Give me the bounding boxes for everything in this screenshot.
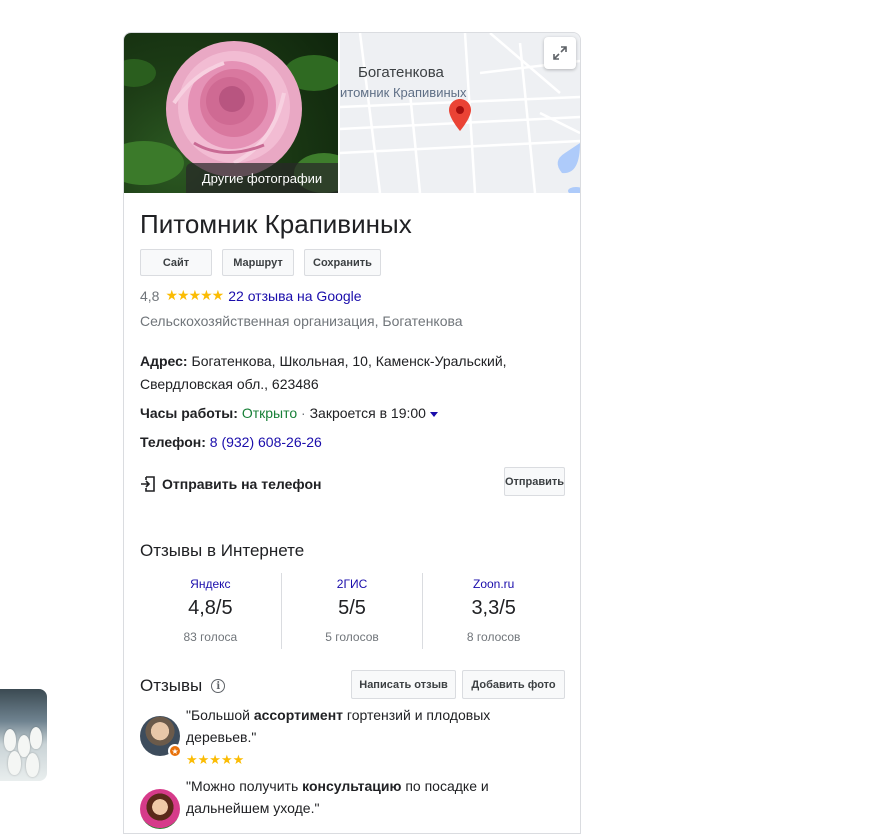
- website-button[interactable]: Сайт: [140, 249, 212, 276]
- write-review-button[interactable]: Написать отзыв: [351, 670, 456, 699]
- side-photo-thumbnail[interactable]: [0, 689, 47, 781]
- hours-dropdown[interactable]: Закроется в 19:00: [310, 405, 438, 421]
- place-title: Питомник Крапивиных: [140, 209, 412, 239]
- send-to-phone-row[interactable]: Отправить на телефон: [140, 476, 321, 492]
- local-guide-badge-icon: ★: [168, 744, 182, 758]
- hours-separator: ·: [301, 405, 306, 421]
- phone-block: Телефон: 8 (932) 608-26-26: [140, 431, 322, 454]
- send-button[interactable]: Отправить: [504, 467, 565, 496]
- address-line1: Богатенкова, Школьная, 10, Каменск-Ураль…: [191, 353, 507, 369]
- rating-value: 4,8: [140, 287, 160, 304]
- review-site-yandex[interactable]: Яндекс 4,8/5 83 голоса: [140, 573, 281, 649]
- review-text-part: "Большой: [186, 707, 254, 723]
- review-keyword: консультацию: [302, 778, 402, 794]
- map-poi-label: итомник Крапивиных: [340, 85, 467, 100]
- address-block: Адрес: Богатенкова, Школьная, 10, Каменс…: [140, 350, 560, 396]
- review-site-2gis[interactable]: 2ГИС 5/5 5 голосов: [280, 573, 423, 649]
- thumbnail-flower: [26, 753, 39, 777]
- review-site-score: 4,8/5: [188, 597, 233, 619]
- place-photo[interactable]: Другие фотографии: [124, 33, 340, 193]
- review-site-score: 5/5: [338, 597, 366, 619]
- add-photo-button[interactable]: Добавить фото: [462, 670, 565, 699]
- map-expand-button[interactable]: [544, 37, 576, 69]
- knowledge-panel: Другие фотографии Богатенкова итомник Кр…: [123, 32, 581, 834]
- hours-closes: Закроется в 19:00: [309, 405, 426, 421]
- phone-number-link[interactable]: 8 (932) 608-26-26: [210, 434, 322, 450]
- hours-status: Открыто: [241, 405, 298, 421]
- place-category: Сельскохозяйственная организация, Богате…: [140, 313, 463, 329]
- web-reviews-title: Отзывы в Интернете: [140, 541, 305, 560]
- review-site-votes: 5 голосов: [325, 630, 379, 644]
- rating-stars: ★★★★★: [165, 287, 224, 303]
- review-site-zoon[interactable]: Zoon.ru 3,3/5 8 голосов: [422, 573, 564, 649]
- hours-block: Часы работы: Открыто · Закроется в 19:00: [140, 402, 438, 425]
- hours-label: Часы работы:: [140, 405, 238, 421]
- more-photos-label[interactable]: Другие фотографии: [186, 163, 338, 193]
- directions-button[interactable]: Маршрут: [222, 249, 294, 276]
- chevron-down-icon: [429, 411, 438, 417]
- web-reviews-sites: Яндекс 4,8/5 83 голоса 2ГИС 5/5 5 голосо…: [140, 573, 564, 649]
- review-site-name: Zoon.ru: [473, 577, 515, 591]
- reviews-header: Отзывы i: [140, 676, 226, 696]
- map-pin-icon: [449, 99, 471, 131]
- review-text: "Большой ассортимент гортензий и плодовы…: [186, 704, 560, 771]
- save-button[interactable]: Сохранить: [304, 249, 381, 276]
- address-line2: Свердловская обл., 623486: [140, 376, 319, 392]
- send-to-phone-icon: [141, 476, 155, 492]
- thumbnail-flower: [30, 727, 42, 749]
- map-preview[interactable]: Богатенкова итомник Крапивиных: [340, 33, 580, 193]
- google-reviews-link[interactable]: 22 отзыва на Google: [228, 288, 361, 304]
- phone-label: Телефон:: [140, 434, 206, 450]
- review-text-part: "Можно получить: [186, 778, 303, 794]
- review-stars: ★★★★★: [186, 752, 245, 767]
- review-site-name: 2ГИС: [336, 577, 368, 591]
- reviews-title: Отзывы: [140, 676, 203, 695]
- map-village-label: Богатенкова: [358, 64, 444, 81]
- review-snippet[interactable]: ★ "Большой ассортимент гортензий и плодо…: [140, 704, 560, 771]
- reviewer-avatar: [140, 789, 180, 829]
- info-icon[interactable]: i: [211, 679, 226, 693]
- send-to-phone-label: Отправить на телефон: [162, 476, 322, 492]
- thumbnail-flower: [8, 751, 21, 775]
- review-site-score: 3,3/5: [471, 597, 516, 619]
- review-keyword: ассортимент: [253, 707, 344, 723]
- review-site-votes: 83 голоса: [183, 630, 238, 644]
- reviewer-avatar: ★: [140, 716, 182, 758]
- rating-row: 4,8 ★★★★★ 22 отзыва на Google: [140, 287, 362, 304]
- review-site-name: Яндекс: [190, 577, 231, 591]
- expand-icon: [553, 46, 567, 60]
- address-label: Адрес:: [140, 353, 188, 369]
- thumbnail-flower: [4, 729, 16, 751]
- review-site-votes: 8 голосов: [466, 630, 521, 644]
